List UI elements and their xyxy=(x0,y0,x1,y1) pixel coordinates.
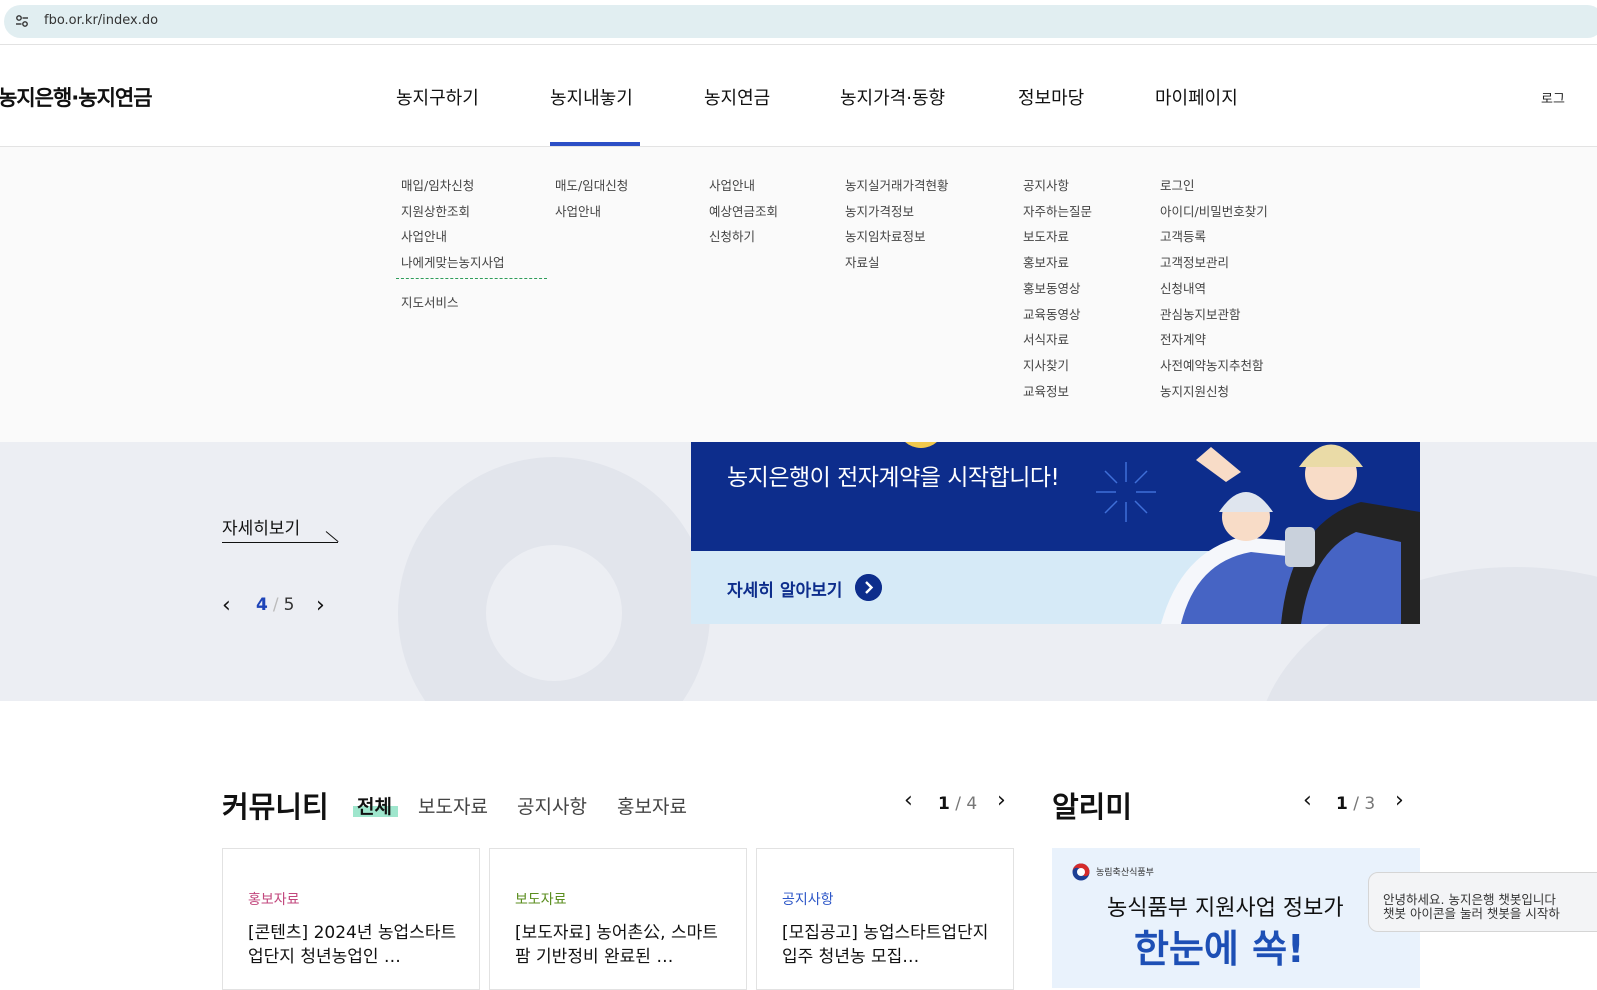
tune-icon[interactable] xyxy=(14,13,30,29)
banner-pager: 4/5 xyxy=(256,595,295,615)
chevron-right-icon[interactable]: › xyxy=(997,790,1006,812)
menu-link[interactable]: 사업안내 xyxy=(555,199,628,225)
news-card[interactable]: 홍보자료 [콘텐츠] 2024년 농업스타트업단지 청년농업인 … xyxy=(222,848,480,990)
site-logo[interactable]: 농지은행·농지연금 xyxy=(0,82,153,112)
alimi-slogan: 한눈에 쏙! xyxy=(1134,927,1305,971)
menu-link[interactable]: 서식자료 xyxy=(1023,327,1092,353)
tab-all[interactable]: 전체 xyxy=(357,792,392,819)
farmer-illustration xyxy=(1161,444,1420,624)
menu-link-map-service[interactable]: 지도서비스 xyxy=(401,292,459,311)
nav-list-farmland[interactable]: 농지내놓기 xyxy=(550,84,633,110)
pager-current: 1 xyxy=(1336,794,1348,814)
community-pager: 1 / 4 xyxy=(938,794,977,814)
menu-col-info: 공지사항 자주하는질문 보도자료 홍보자료 홍보동영상 교육동영상 서식자료 지… xyxy=(1023,173,1092,404)
nav-info-hub[interactable]: 정보마당 xyxy=(1018,84,1084,110)
ministry-name: 농림축산식품부 xyxy=(1096,868,1154,878)
menu-link[interactable]: 홍보동영상 xyxy=(1023,276,1092,302)
menu-link[interactable]: 나에게맞는농지사업 xyxy=(401,250,505,276)
menu-col-price: 농지실거래가격현황 농지가격정보 농지임차료정보 자료실 xyxy=(845,173,949,276)
alimi-pager: 1 / 3 xyxy=(1336,794,1375,814)
menu-link[interactable]: 신청내역 xyxy=(1160,276,1268,302)
chevron-left-icon[interactable]: ‹ xyxy=(222,595,231,617)
address-bar[interactable]: fbo.or.kr/index.do xyxy=(4,5,1597,38)
news-card[interactable]: 공지사항 [모집공고] 농업스타트업단지 입주 청년농 모집… xyxy=(756,848,1014,990)
menu-link[interactable]: 사전예약농지추천함 xyxy=(1160,353,1268,379)
menu-link[interactable]: 교육정보 xyxy=(1023,379,1092,405)
menu-link[interactable]: 공지사항 xyxy=(1023,173,1092,199)
card-category: 공지사항 xyxy=(782,892,834,908)
menu-link[interactable]: 사업안내 xyxy=(401,224,505,250)
decor-circle-inner xyxy=(486,545,622,681)
menu-link[interactable]: 관심농지보관함 xyxy=(1160,302,1268,328)
government-emblem-icon xyxy=(1072,863,1090,881)
menu-link[interactable]: 아이디/비밀번호찾기 xyxy=(1160,199,1268,225)
menu-link[interactable]: 매입/임차신청 xyxy=(401,173,505,199)
tab-notice[interactable]: 공지사항 xyxy=(517,792,587,819)
pager-current: 1 xyxy=(938,794,950,814)
chevron-left-icon[interactable]: ‹ xyxy=(1303,790,1312,812)
chevron-right-icon[interactable]: › xyxy=(316,595,325,617)
menu-link[interactable]: 자료실 xyxy=(845,250,949,276)
chatbot-tooltip[interactable]: 안녕하세요. 농지은행 챗봇입니다 챗봇 아이콘을 눌러 챗봇을 시작하 xyxy=(1368,872,1597,932)
menu-col-list: 매도/임대신청 사업안내 xyxy=(555,173,628,224)
nav-farmland-pension[interactable]: 농지연금 xyxy=(704,84,770,110)
detail-link[interactable]: 자세히보기 xyxy=(222,514,300,539)
menu-link[interactable]: 신청하기 xyxy=(709,224,778,250)
pager-current: 4 xyxy=(256,595,268,615)
card-category: 홍보자료 xyxy=(248,892,300,908)
menu-link[interactable]: 고객등록 xyxy=(1160,224,1268,250)
alimi-title: 알리미 xyxy=(1052,790,1133,824)
menu-link[interactable]: 전자계약 xyxy=(1160,327,1268,353)
menu-link[interactable]: 보도자료 xyxy=(1023,224,1092,250)
alimi-banner[interactable]: 농림축산식품부 농식품부 지원사업 정보가 한눈에 쏙! xyxy=(1052,848,1420,988)
slide-title: 농지은행이 전자계약을 시작합니다! xyxy=(727,465,1060,491)
mega-menu: 매입/임차신청 지원상한조회 사업안내 나에게맞는농지사업 지도서비스 매도/임… xyxy=(0,146,1597,443)
tab-press[interactable]: 보도자료 xyxy=(418,792,488,819)
menu-col-pension: 사업안내 예상연금조회 신청하기 xyxy=(709,173,778,250)
menu-link[interactable]: 예상연금조회 xyxy=(709,199,778,225)
banner-slide[interactable]: 농지은행이 전자계약을 시작합니다! 자세히 알아보기 xyxy=(691,442,1420,624)
menu-col-mypage: 로그인 아이디/비밀번호찾기 고객등록 고객정보관리 신청내역 관심농지보관함 … xyxy=(1160,173,1268,404)
menu-link[interactable]: 로그인 xyxy=(1160,173,1268,199)
circle-arrow-icon[interactable] xyxy=(855,574,882,601)
pager-total: / 4 xyxy=(955,794,978,814)
card-title[interactable]: [콘텐츠] 2024년 농업스타트업단지 청년농업인 … xyxy=(248,921,463,969)
sun-icon xyxy=(905,442,937,448)
card-title[interactable]: [보도자료] 농어촌公, 스마트팜 기반정비 완료된 … xyxy=(515,921,730,969)
menu-link[interactable]: 농지지원신청 xyxy=(1160,379,1268,405)
menu-link[interactable]: 농지실거래가격현황 xyxy=(845,173,949,199)
pager-total: 5 xyxy=(283,595,295,615)
menu-link[interactable]: 농지가격정보 xyxy=(845,199,949,225)
pager-total: / 3 xyxy=(1353,794,1376,814)
menu-divider xyxy=(396,278,547,279)
tab-promo[interactable]: 홍보자료 xyxy=(617,792,687,819)
chevron-left-icon[interactable]: ‹ xyxy=(904,790,913,812)
nav-find-farmland[interactable]: 농지구하기 xyxy=(396,84,479,110)
nav-price-trend[interactable]: 농지가격·동향 xyxy=(840,84,945,110)
menu-link[interactable]: 지원상한조회 xyxy=(401,199,505,225)
card-title[interactable]: [모집공고] 농업스타트업단지 입주 청년농 모집… xyxy=(782,921,997,969)
main-banner: 자세히보기 ‹ 4/5 › 농지은행이 전자계약을 시작합니다! 자세히 알아보… xyxy=(0,442,1597,701)
menu-link[interactable]: 매도/임대신청 xyxy=(555,173,628,199)
card-category: 보도자료 xyxy=(515,892,567,908)
detail-underline xyxy=(222,542,338,543)
menu-link[interactable]: 농지임차료정보 xyxy=(845,224,949,250)
slide-cta[interactable]: 자세히 알아보기 xyxy=(727,576,842,601)
menu-link[interactable]: 고객정보관리 xyxy=(1160,250,1268,276)
chatbot-line2: 챗봇 아이콘을 눌러 챗봇을 시작하 xyxy=(1383,906,1560,921)
chevron-right-icon[interactable]: › xyxy=(1395,790,1404,812)
menu-col-find: 매입/임차신청 지원상한조회 사업안내 나에게맞는농지사업 xyxy=(401,173,505,276)
url-text[interactable]: fbo.or.kr/index.do xyxy=(44,13,158,28)
menu-link[interactable]: 자주하는질문 xyxy=(1023,199,1092,225)
login-link[interactable]: 로그 xyxy=(1541,88,1565,107)
nav-mypage[interactable]: 마이페이지 xyxy=(1155,84,1238,110)
arrow-right-icon xyxy=(325,531,339,543)
news-card[interactable]: 보도자료 [보도자료] 농어촌公, 스마트팜 기반정비 완료된 … xyxy=(489,848,747,990)
header-divider xyxy=(0,44,1597,45)
menu-link[interactable]: 사업안내 xyxy=(709,173,778,199)
menu-link[interactable]: 지사찾기 xyxy=(1023,353,1092,379)
menu-link[interactable]: 교육동영상 xyxy=(1023,302,1092,328)
community-title: 커뮤니티 xyxy=(222,790,329,824)
menu-link[interactable]: 홍보자료 xyxy=(1023,250,1092,276)
